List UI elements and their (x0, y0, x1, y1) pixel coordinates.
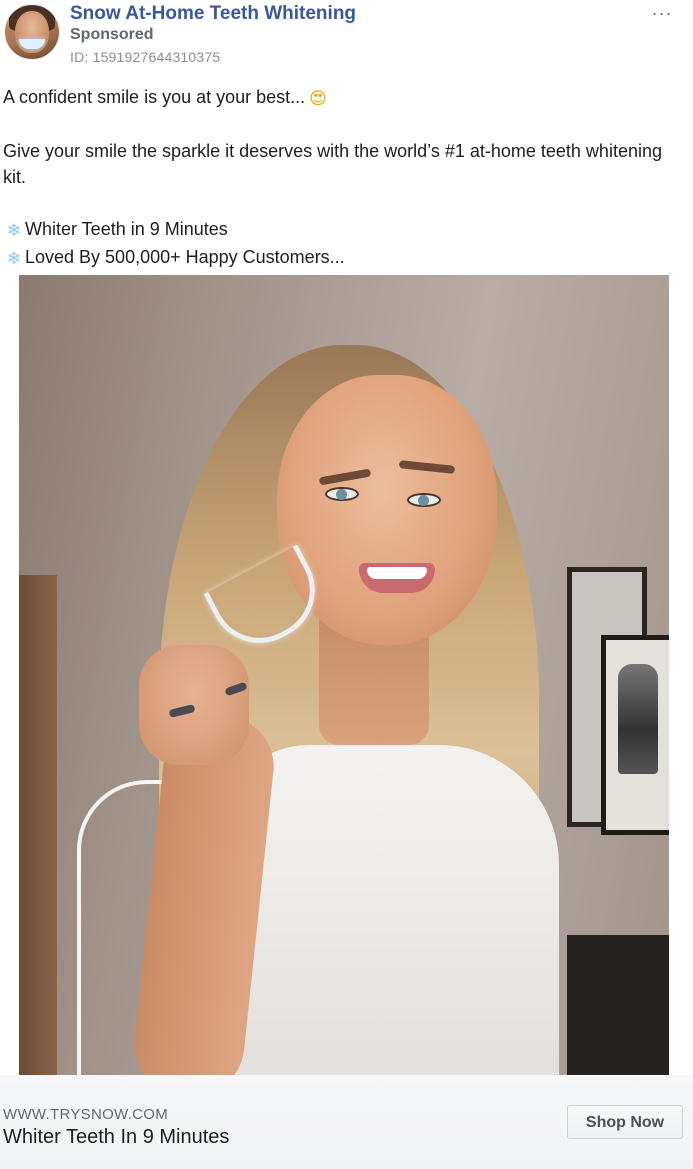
heart-eyes-emoji-icon: 😍 (309, 89, 327, 109)
model-eye (325, 487, 359, 501)
link-domain[interactable]: WWW.TRYSNOW.COM (3, 1106, 168, 1123)
post-line-2: Give your smile the sparkle it deserves … (3, 141, 662, 187)
sponsored-post: Snow At-Home Teeth Whitening Sponsored I… (0, 0, 693, 1169)
bullet-text: Loved By 500,000+ Happy Customers... (25, 247, 345, 267)
post-line-1: A confident smile is you at your best...… (3, 84, 683, 112)
link-preview-footer[interactable]: WWW.TRYSNOW.COM Whiter Teeth In 9 Minute… (0, 1075, 693, 1169)
sponsored-label[interactable]: Sponsored (70, 26, 154, 44)
model-eye (407, 493, 441, 507)
post-header: Snow At-Home Teeth Whitening Sponsored I… (0, 0, 693, 72)
bullet-item: ❄ Whiter Teeth in 9 Minutes (3, 216, 683, 244)
bullet-item: ❄ Loved By 500,000+ Happy Customers... (3, 244, 683, 272)
more-options-icon[interactable]: ··· (647, 2, 677, 24)
page-avatar[interactable] (5, 5, 59, 59)
ad-id: ID: 1591927644310375 (70, 49, 221, 65)
background-frame (601, 635, 669, 835)
bullet-text: Whiter Teeth in 9 Minutes (25, 219, 228, 239)
model-hand (139, 645, 249, 765)
link-title[interactable]: Whiter Teeth In 9 Minutes (3, 1126, 229, 1149)
background-door (19, 575, 57, 1075)
ad-image[interactable] (19, 275, 669, 1075)
snowflake-icon: ❄ (6, 249, 22, 269)
frame-photo (618, 664, 658, 774)
shop-now-button[interactable]: Shop Now (567, 1105, 683, 1139)
model-teeth (367, 567, 427, 579)
snowflake-icon: ❄ (6, 221, 22, 241)
post-line-1-text: A confident smile is you at your best... (3, 87, 306, 107)
post-text: A confident smile is you at your best...… (3, 84, 683, 272)
page-name-link[interactable]: Snow At-Home Teeth Whitening (70, 3, 356, 25)
background-furniture (567, 935, 669, 1075)
